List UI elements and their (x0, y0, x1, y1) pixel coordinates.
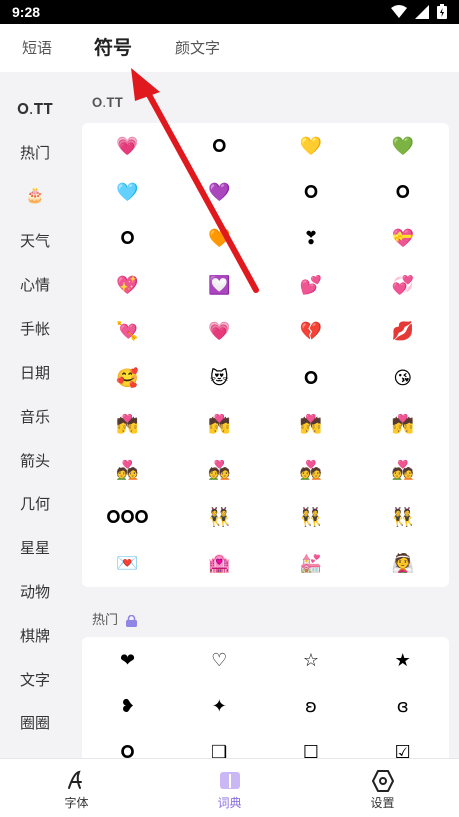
symbol-cell[interactable]: 💌 (82, 541, 173, 587)
symbol-cell[interactable]: 𝐎 (266, 355, 357, 401)
symbol-cell[interactable]: ❥ (82, 683, 173, 729)
symbol-cell[interactable]: ✦ (174, 683, 265, 729)
symbol-cell[interactable]: ★ (357, 637, 448, 683)
symbol-cell[interactable]: 💑 (82, 448, 173, 494)
symbol-grid-ott: 💗 𝐎 💛 💚 🩵 💜 𝐎 𝐎 𝐎 🧡 ❣ 💝 💖 💟 💕 💞 💘 💗 💔 💋 🥰 😻 𝐎 😘 💏 💏 💏 💏 💑 💑 💑 💑 𝐎𝐎𝐎 👯 👯 👯 💌 🏩… (82, 123, 449, 587)
lock-icon (126, 614, 138, 627)
section-title-hot-label: 热门 (92, 613, 119, 628)
tab-kaomoji[interactable]: 颜文字 (175, 24, 220, 72)
symbol-cell[interactable]: ʚ (266, 683, 357, 729)
symbol-cell[interactable]: 👯 (266, 494, 357, 540)
symbol-cell[interactable]: 💏 (266, 401, 357, 447)
settings-icon (371, 770, 394, 792)
symbol-cell[interactable]: ❣ (266, 216, 357, 262)
sidebar-item-arrows[interactable]: 箭头 (0, 450, 70, 471)
sidebar-item-music[interactable]: 音乐 (0, 406, 70, 427)
sidebar-item-hot[interactable]: 热门 (0, 142, 70, 163)
section-title-hot: 热门 (92, 609, 138, 628)
symbol-cell[interactable]: 𝐎 (82, 216, 173, 262)
sidebar-item-circles[interactable]: 圈圈 (0, 712, 70, 733)
symbol-cell[interactable]: 👯 (174, 494, 265, 540)
symbol-cell[interactable]: ☐ (266, 730, 357, 758)
nav-settings-label: 设置 (370, 796, 395, 810)
sidebar-item-cards[interactable]: 棋牌 (0, 625, 70, 646)
symbol-cell[interactable]: 💗 (82, 123, 173, 169)
bottom-navigation: 字体 词典 设置 (0, 758, 459, 817)
symbol-cell[interactable]: 𝐎 (82, 730, 173, 758)
nav-font-label: 字体 (64, 796, 89, 810)
symbol-cell[interactable]: 💜 (174, 169, 265, 215)
symbol-cell[interactable]: 💛 (266, 123, 357, 169)
tab-phrases[interactable]: 短语 (22, 24, 52, 72)
symbol-cell[interactable]: 👯 (357, 494, 448, 540)
wifi-icon (391, 4, 407, 18)
symbol-cell[interactable]: 🩵 (82, 169, 173, 215)
symbol-cell[interactable]: 𝐎𝐎𝐎 (82, 494, 173, 540)
sidebar-item-ott[interactable]: 𝐎.𝐓𝐓 (0, 100, 70, 118)
nav-settings[interactable]: 设置 (306, 759, 459, 817)
symbol-cell[interactable]: 💘 (82, 309, 173, 355)
symbol-cell[interactable]: 💕 (266, 262, 357, 308)
status-bar: 9:28 (0, 0, 459, 24)
symbol-cell[interactable]: 𝐎 (174, 123, 265, 169)
symbol-cell[interactable]: ɞ (357, 683, 448, 729)
symbol-cell[interactable]: ❤ (82, 637, 173, 683)
symbol-cell[interactable]: 𝐎 (266, 169, 357, 215)
symbol-cell[interactable]: 💑 (266, 448, 357, 494)
symbol-cell[interactable]: 💖 (82, 262, 173, 308)
symbol-cell[interactable]: ❑ (174, 730, 265, 758)
status-icons (391, 4, 447, 19)
symbol-cell[interactable]: 👰 (357, 541, 448, 587)
font-icon (67, 770, 82, 789)
sidebar-item-text[interactable]: 文字 (0, 669, 70, 690)
nav-dictionary[interactable]: 词典 (153, 759, 306, 817)
sidebar-item-mood[interactable]: 心情 (0, 274, 70, 295)
tab-symbols[interactable]: 符号 (94, 24, 133, 72)
sidebar-item-date[interactable]: 日期 (0, 362, 70, 383)
symbol-cell[interactable]: 😘 (357, 355, 448, 401)
book-icon (219, 772, 240, 789)
symbol-cell[interactable]: 💔 (266, 309, 357, 355)
symbol-cell[interactable]: 💋 (357, 309, 448, 355)
symbol-cell[interactable]: 💏 (357, 401, 448, 447)
sidebar-item-animals[interactable]: 动物 (0, 581, 70, 602)
symbol-cell[interactable]: 💟 (174, 262, 265, 308)
sidebar-item-journal[interactable]: 手帐 (0, 318, 70, 339)
signal-icon (415, 4, 429, 19)
symbol-cell[interactable]: 😻 (174, 355, 265, 401)
sidebar-item-weather[interactable]: 天气 (0, 230, 70, 251)
symbol-cell[interactable]: 💏 (82, 401, 173, 447)
symbol-cell[interactable]: ♡ (174, 637, 265, 683)
symbol-cell[interactable]: 💚 (357, 123, 448, 169)
nav-dictionary-label: 词典 (217, 796, 242, 810)
symbol-cell[interactable]: 🏩 (174, 541, 265, 587)
section-title-ott: 𝐎.𝐓𝐓 (92, 96, 124, 111)
symbol-cell[interactable]: 🧡 (174, 216, 265, 262)
symbol-cell[interactable]: 🥰 (82, 355, 173, 401)
status-time: 9:28 (12, 4, 41, 20)
symbol-cell[interactable]: 💗 (174, 309, 265, 355)
sidebar-item-stars[interactable]: 星星 (0, 537, 70, 558)
symbol-cell[interactable]: 💑 (174, 448, 265, 494)
symbol-cell[interactable]: 𝐎 (357, 169, 448, 215)
sidebar-item-birthday[interactable]: 🎂 (0, 186, 70, 204)
symbol-cell[interactable]: 💑 (357, 448, 448, 494)
symbol-cell[interactable]: ☆ (266, 637, 357, 683)
battery-icon (437, 4, 447, 19)
symbol-cell[interactable]: 💝 (357, 216, 448, 262)
symbol-content: 𝐎.𝐓𝐓 💗 𝐎 💛 💚 🩵 💜 𝐎 𝐎 𝐎 🧡 ❣ 💝 💖 💟 💕 💞 💘 💗 💔 💋 🥰 😻 𝐎 😘 💏 💏 💏 💏 💑 💑 💑 💑 𝐎𝐎𝐎… (82, 72, 449, 758)
symbol-cell[interactable]: ☑ (357, 730, 448, 758)
symbol-cell[interactable]: 💞 (357, 262, 448, 308)
top-tab-bar: 短语 符号 颜文字 (0, 24, 459, 72)
symbol-grid-hot: ❤ ♡ ☆ ★ ❥ ✦ ʚ ɞ 𝐎 ❑ ☐ ☑ (82, 637, 449, 758)
symbol-cell[interactable]: 💒 (266, 541, 357, 587)
sidebar-item-geometry[interactable]: 几何 (0, 493, 70, 514)
nav-font[interactable]: 字体 (0, 759, 153, 817)
category-sidebar: 𝐎.𝐓𝐓 热门 🎂 天气 心情 手帐 日期 音乐 箭头 几何 星星 动物 棋牌 … (0, 72, 70, 758)
symbol-cell[interactable]: 💏 (174, 401, 265, 447)
